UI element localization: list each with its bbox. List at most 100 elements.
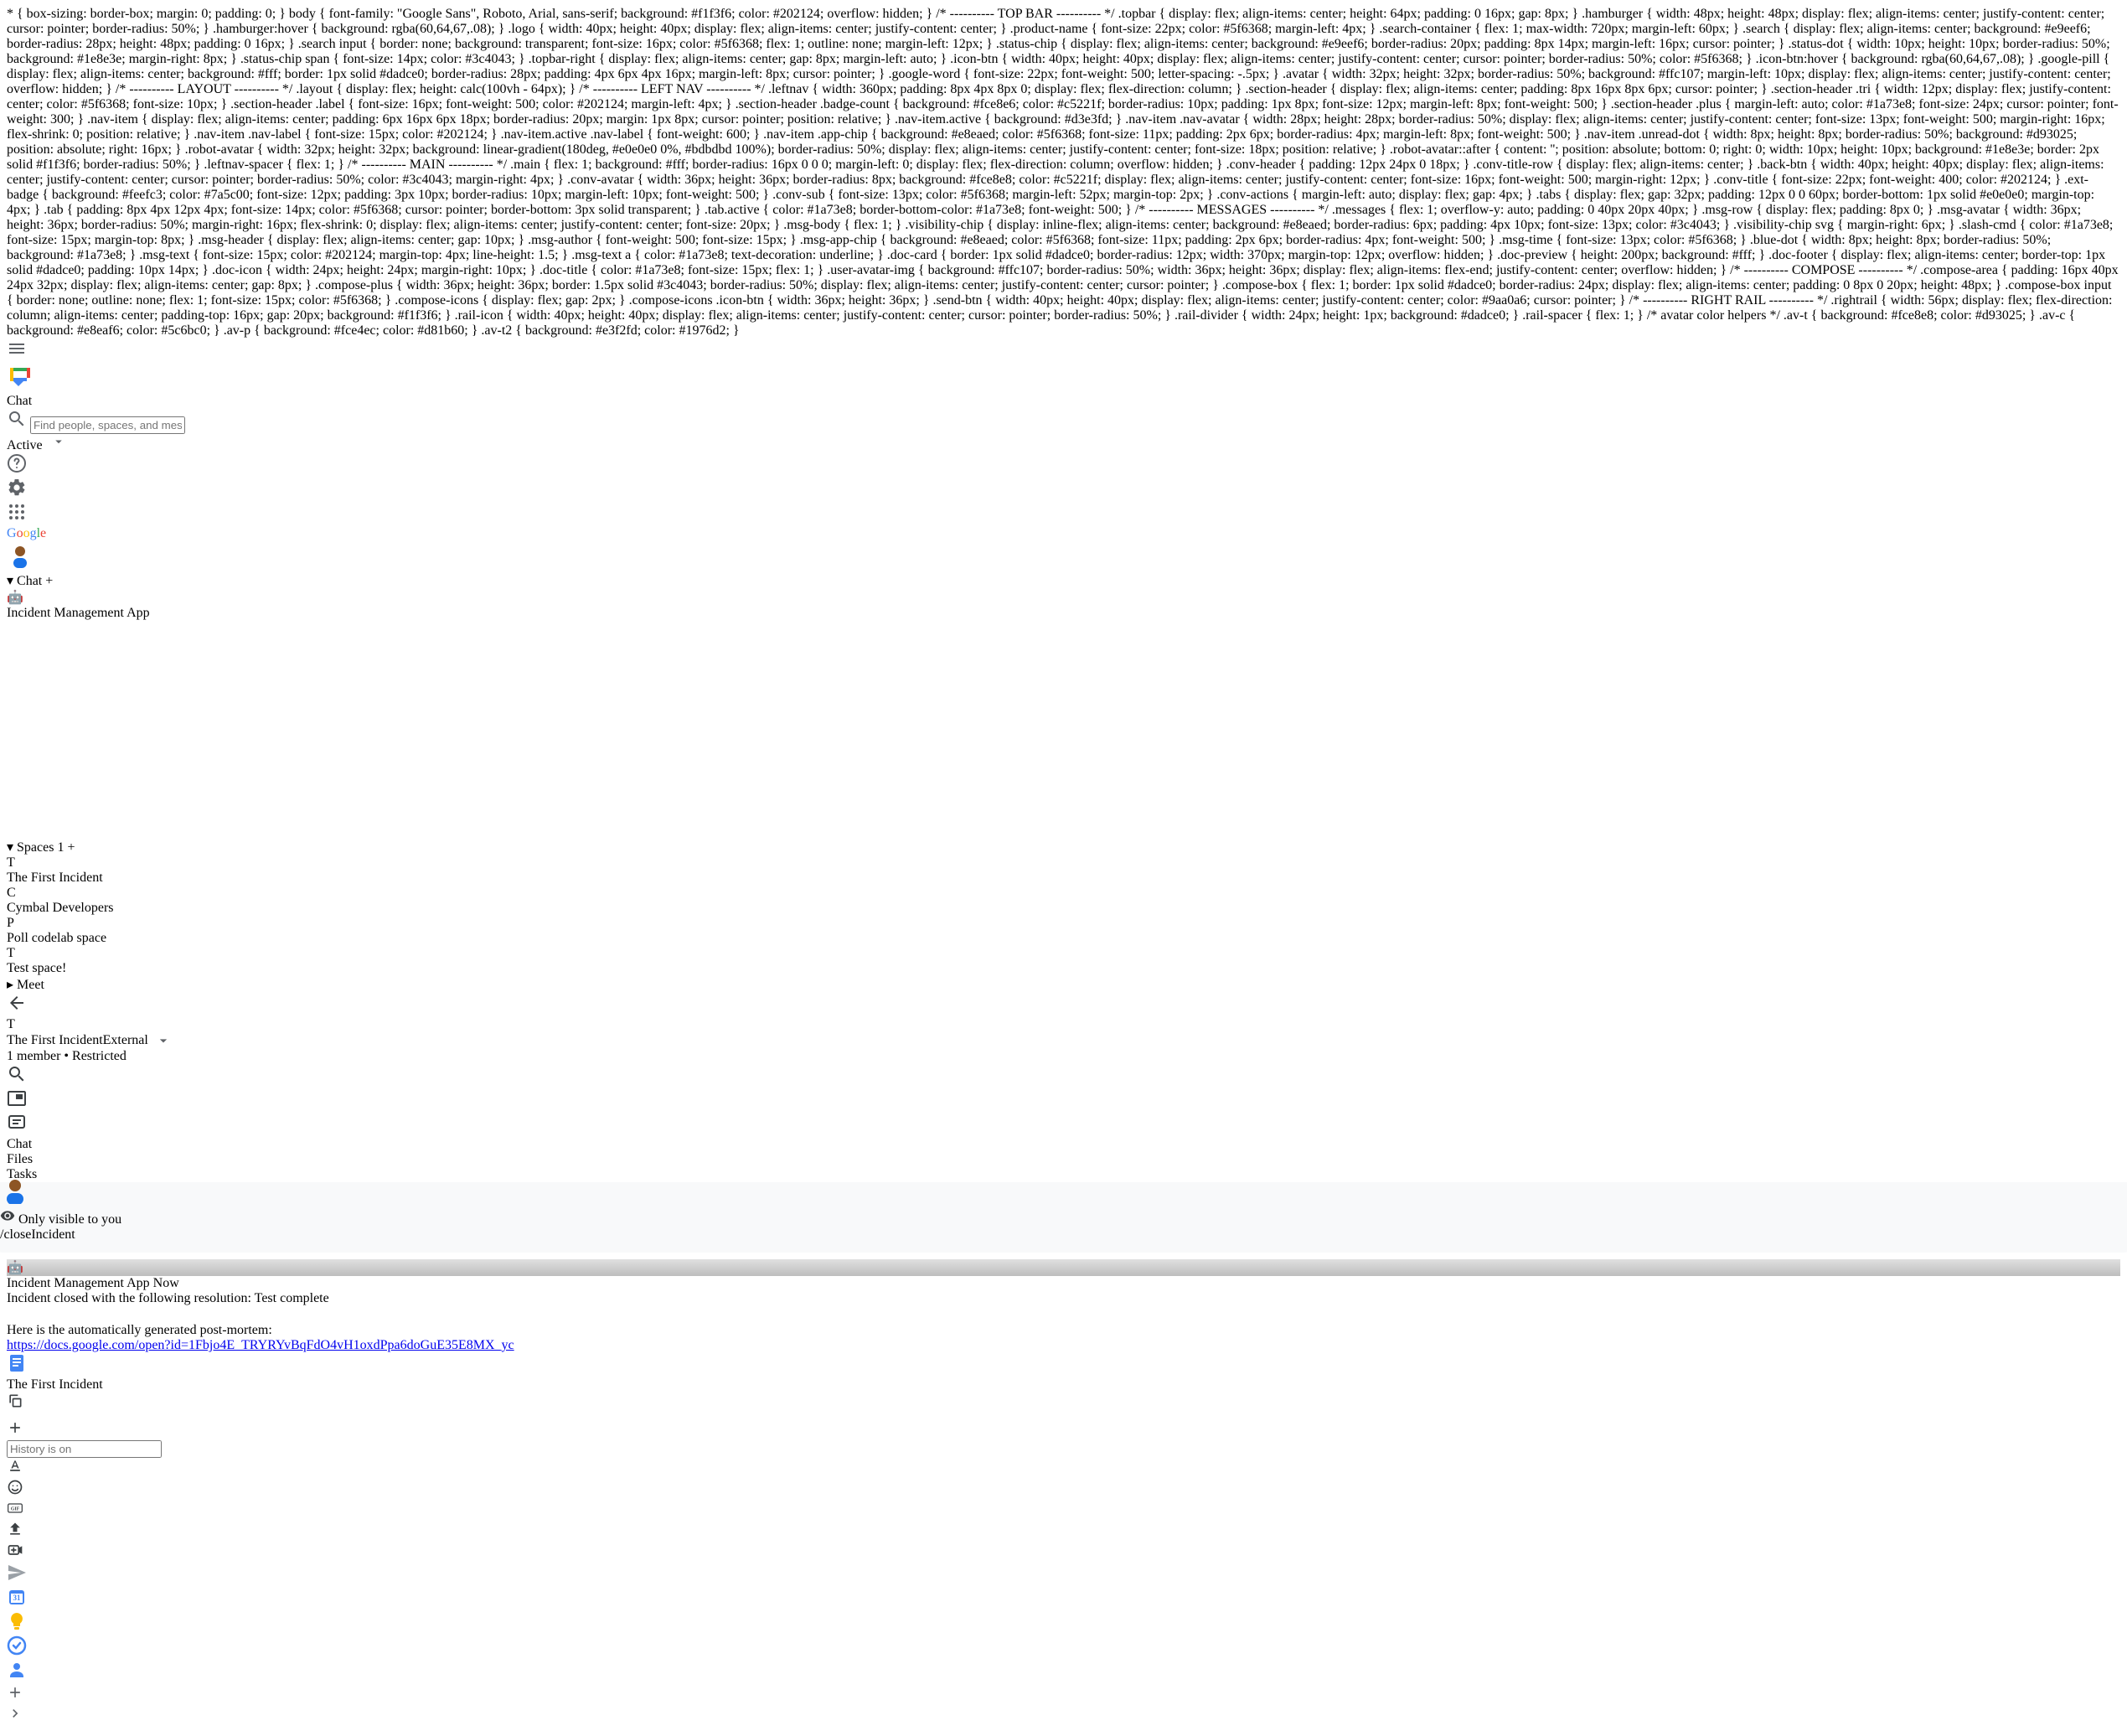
tab-files[interactable]: Files — [7, 1152, 2120, 1167]
chat-item-label: Incident Management — [7, 606, 124, 620]
emoji-icon — [7, 1479, 23, 1496]
space-item[interactable]: PPoll codelab space — [7, 916, 2120, 946]
message-text-line2: Here is the automatically generated post… — [7, 1323, 2120, 1338]
tasks-button[interactable] — [7, 1635, 2120, 1660]
section-label: Meet — [17, 978, 44, 992]
section-meet[interactable]: ▸ Meet — [7, 976, 2120, 993]
video-button[interactable] — [7, 1542, 2120, 1563]
person-icon — [7, 1660, 27, 1680]
slash-command-text: /closeIncident — [0, 1227, 2120, 1243]
copy-icon — [7, 1392, 23, 1409]
settings-button[interactable] — [7, 478, 2120, 502]
thread-icon — [7, 1113, 27, 1133]
robot-icon: 🤖 — [7, 1259, 2120, 1276]
upload-button[interactable] — [7, 1521, 2120, 1542]
message-author: Incident Management — [7, 1276, 124, 1290]
help-icon — [7, 453, 27, 473]
new-chat-button[interactable]: + — [45, 574, 53, 588]
tasks-icon — [7, 1635, 27, 1656]
compose-area: GIF — [7, 1419, 2120, 1587]
space-item[interactable]: TTest space! — [7, 946, 2120, 976]
product-name: Chat — [7, 394, 2120, 409]
compose-input[interactable] — [7, 1440, 162, 1458]
postmortem-link[interactable]: https://docs.google.com/open?id=1Fbjo4E_… — [7, 1338, 514, 1352]
space-item-label: Test space! — [7, 961, 66, 975]
thread-button[interactable] — [7, 1113, 2120, 1137]
search-in-space-button[interactable] — [7, 1064, 2120, 1088]
expand-icon: ▸ — [7, 978, 13, 992]
collapse-rail-button[interactable] — [7, 1705, 2120, 1726]
search-input[interactable] — [30, 416, 185, 434]
svg-text:GIF: GIF — [11, 1507, 20, 1512]
emoji-button[interactable] — [7, 1479, 2120, 1500]
spaces-badge: 1 — [57, 840, 64, 855]
apps-grid-icon — [7, 502, 27, 522]
docs-icon — [7, 1353, 2120, 1377]
apps-button[interactable] — [7, 502, 2120, 526]
help-button[interactable] — [7, 453, 2120, 478]
upload-icon — [7, 1521, 23, 1537]
keep-icon — [7, 1611, 27, 1631]
visibility-text: Only visible to you — [18, 1212, 121, 1227]
compose-box[interactable]: GIF — [7, 1440, 2120, 1563]
status-chip[interactable]: Active — [7, 434, 2120, 453]
main-menu-button[interactable] — [7, 338, 2120, 363]
chevron-down-icon — [51, 434, 66, 449]
doc-attachment-card[interactable]: The First Incident — [7, 1353, 2120, 1419]
pip-button[interactable] — [7, 1088, 2120, 1113]
add-addon-button[interactable] — [7, 1684, 2120, 1705]
google-account-button[interactable]: Google — [7, 526, 2120, 572]
copy-doc-button[interactable] — [7, 1392, 34, 1419]
section-chat[interactable]: ▾ Chat + — [7, 572, 2120, 589]
space-avatar-icon: P — [7, 916, 2120, 931]
arrow-left-icon — [7, 993, 27, 1013]
calendar-icon: 31 — [7, 1587, 27, 1607]
tab-chat[interactable]: Chat — [7, 1137, 2120, 1152]
google-logo-text: Google — [7, 526, 46, 540]
keep-button[interactable] — [7, 1611, 2120, 1635]
section-label: Spaces — [17, 840, 54, 855]
external-badge: External — [103, 1033, 148, 1048]
hamburger-icon — [7, 338, 27, 359]
conversation-panel: T The First Incident External 1 member •… — [7, 993, 2120, 1587]
search-icon — [7, 1064, 27, 1084]
gif-button[interactable]: GIF — [7, 1500, 2120, 1521]
status-text: Active — [7, 438, 43, 452]
collapse-icon: ▾ — [7, 840, 13, 855]
space-avatar: T — [7, 1017, 2120, 1032]
chat-item-incident-management[interactable]: 🤖 Incident Management App — [7, 589, 2120, 621]
video-plus-icon — [7, 1542, 23, 1558]
user-avatar — [7, 541, 2120, 572]
chat-logo — [7, 363, 2120, 394]
svg-text:31: 31 — [13, 1594, 22, 1602]
compose-add-button[interactable] — [7, 1419, 2120, 1440]
chevron-down-icon[interactable] — [155, 1032, 172, 1049]
space-item[interactable]: TThe First Incident — [7, 855, 2120, 886]
app-chip: App — [126, 1276, 150, 1290]
search-bar[interactable] — [7, 409, 2120, 434]
eye-icon — [0, 1208, 15, 1223]
space-item-label: Poll codelab space — [7, 931, 106, 945]
message-user-command: Only visible to you /closeIncident — [0, 1182, 2127, 1253]
back-button[interactable] — [7, 993, 2120, 1017]
calendar-button[interactable]: 31 — [7, 1587, 2120, 1611]
topbar: Chat Active Google — [7, 338, 2120, 572]
format-button[interactable] — [7, 1458, 2120, 1479]
robot-icon: 🤖 — [7, 589, 2120, 606]
contacts-button[interactable] — [7, 1660, 2120, 1684]
space-item-label: The First Incident — [7, 871, 103, 885]
send-button[interactable] — [7, 1563, 2120, 1587]
right-rail: 31 — [7, 1587, 2120, 1726]
send-icon — [7, 1563, 27, 1583]
space-avatar-icon: T — [7, 855, 2120, 871]
message-bot: 🤖 Incident Management App Now Incident c… — [7, 1259, 2120, 1419]
space-item[interactable]: CCymbal Developers — [7, 886, 2120, 916]
format-icon — [7, 1458, 23, 1475]
collapse-icon: ▾ — [7, 574, 13, 588]
section-spaces[interactable]: ▾ Spaces 1 + — [7, 839, 2120, 855]
new-space-button[interactable]: + — [67, 840, 75, 855]
search-icon — [7, 409, 27, 429]
left-sidebar: ▾ Chat + 🤖 Incident Management App ▾ Spa… — [7, 572, 2120, 993]
pip-icon — [7, 1088, 27, 1108]
space-avatar-icon: T — [7, 946, 2120, 961]
